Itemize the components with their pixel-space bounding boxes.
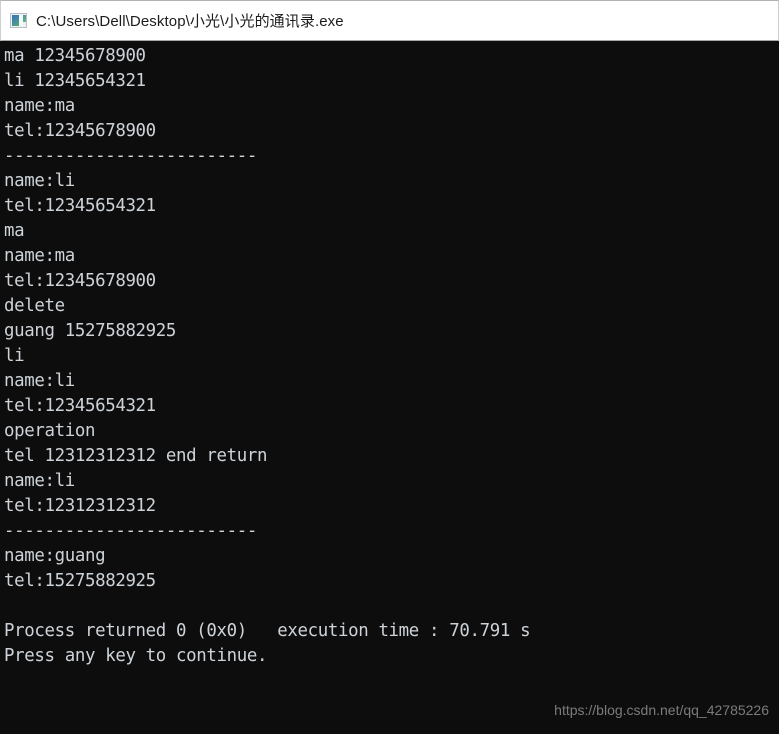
watermark-url: https://blog.csdn.net/qq_42785226 xyxy=(554,702,769,718)
app-icon-right-panel xyxy=(23,15,26,22)
console-window: C:\Users\Dell\Desktop\小光\小光的通讯录.exe ma 1… xyxy=(0,0,779,734)
app-icon-left-panel xyxy=(12,15,19,26)
title-bar[interactable]: C:\Users\Dell\Desktop\小光\小光的通讯录.exe xyxy=(0,0,779,41)
console-body[interactable]: ma 12345678900 li 12345654321 name:ma te… xyxy=(0,41,779,734)
console-app-icon xyxy=(10,13,27,28)
console-output-text: ma 12345678900 li 12345654321 name:ma te… xyxy=(4,46,531,666)
window-title: C:\Users\Dell\Desktop\小光\小光的通讯录.exe xyxy=(36,13,344,30)
